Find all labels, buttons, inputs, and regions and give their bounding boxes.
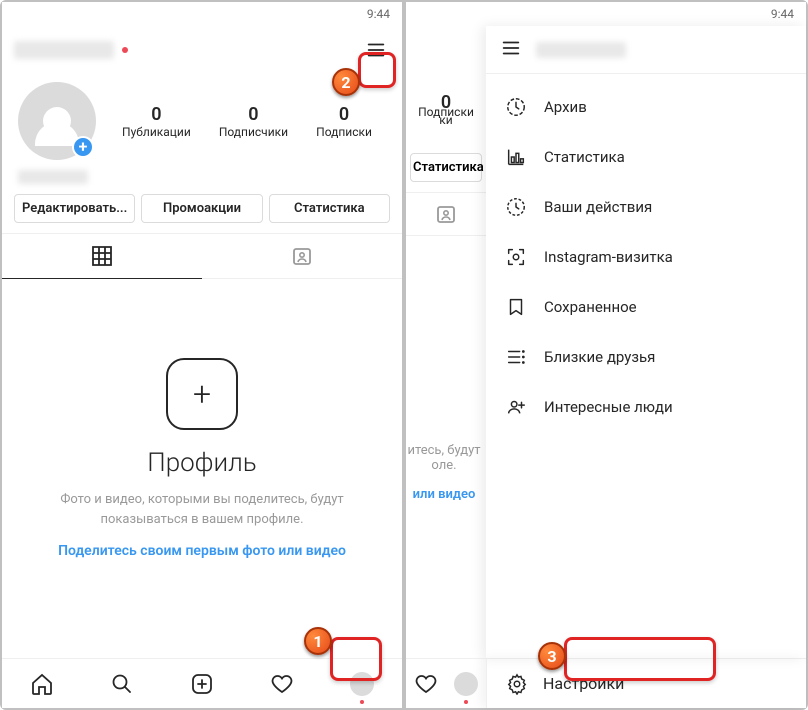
search-icon <box>110 672 134 696</box>
menu-item-close-friends[interactable]: Близкие друзья <box>486 332 806 382</box>
menu-label: Интересные люди <box>544 398 673 416</box>
stat-following[interactable]: 0 Подписки <box>316 104 372 139</box>
tab-tagged[interactable] <box>202 234 402 278</box>
notification-dot <box>464 700 468 704</box>
edit-profile-button[interactable]: Редактировать... <box>14 194 135 223</box>
stat-followers[interactable]: 0 Подписчики <box>219 104 288 139</box>
screen-profile: 9:44 + 0 Публикации 0 Подпи <box>2 2 402 708</box>
home-icon <box>30 672 54 696</box>
avatar-icon <box>350 672 374 696</box>
background-profile-fragment: 0ки Подписки Статистика итесь, будут оле… <box>406 26 486 708</box>
menu-label: Ваши действия <box>544 198 652 216</box>
hamburger-icon <box>365 39 387 61</box>
insights-button-fragment: Статистика <box>410 153 482 182</box>
nav-add[interactable] <box>188 670 216 698</box>
username <box>536 42 626 58</box>
nav-search[interactable] <box>108 670 136 698</box>
menu-item-discover[interactable]: Интересные люди <box>486 382 806 432</box>
empty-title: Профиль <box>147 448 256 478</box>
bottom-nav <box>2 658 402 708</box>
avatar-icon <box>454 672 478 696</box>
promotions-button[interactable]: Промоакции <box>141 194 262 223</box>
add-story-icon[interactable]: + <box>72 136 94 158</box>
notification-dot <box>122 47 128 53</box>
menu-item-nametag[interactable]: Instagram-визитка <box>486 232 806 282</box>
profile-info: + 0 Публикации 0 Подписчики 0 Подписки <box>2 74 402 164</box>
status-time: 9:44 <box>367 7 390 21</box>
add-post-icon: + <box>166 358 238 430</box>
status-bar: 9:44 <box>2 2 402 26</box>
stat-posts[interactable]: 0 Публикации <box>122 104 191 139</box>
screen-menu-open: 9:44 0ки Подписки Статистика итесь, буду… <box>406 2 806 708</box>
close-friends-icon <box>504 345 528 369</box>
menu-button[interactable] <box>362 36 390 64</box>
nav-home[interactable] <box>28 670 56 698</box>
archive-icon <box>504 95 528 119</box>
menu-item-activity[interactable]: Ваши действия <box>486 182 806 232</box>
menu-item-archive[interactable]: Архив <box>486 82 806 132</box>
menu-label: Сохраненное <box>544 298 637 316</box>
gear-icon <box>505 672 529 696</box>
menu-label: Instagram-визитка <box>544 248 673 266</box>
nav-profile[interactable] <box>454 670 478 698</box>
avatar[interactable]: + <box>18 82 96 160</box>
share-first-link[interactable]: Поделитесь своим первым фото или видео <box>58 543 346 559</box>
notification-dot <box>360 700 364 704</box>
tagged-icon <box>434 202 458 226</box>
profile-header <box>2 26 402 74</box>
nav-activity[interactable] <box>414 670 438 698</box>
activity-icon <box>504 195 528 219</box>
heart-icon <box>414 672 438 696</box>
status-bar: 9:44 <box>406 2 806 26</box>
side-menu: Архив Статистика Ваши действия Instagram… <box>486 26 806 658</box>
empty-description: Фото и видео, которыми вы поделитесь, бу… <box>32 490 372 529</box>
settings-label: Настройки <box>543 674 624 693</box>
hamburger-icon <box>500 37 522 59</box>
add-icon <box>190 672 214 696</box>
status-time: 9:44 <box>771 7 794 21</box>
menu-label: Архив <box>544 98 587 116</box>
nametag-icon <box>504 245 528 269</box>
grid-icon <box>90 244 114 268</box>
menu-label: Близкие друзья <box>544 348 655 366</box>
heart-icon <box>270 672 294 696</box>
insights-icon <box>504 145 528 169</box>
menu-item-saved[interactable]: Сохраненное <box>486 282 806 332</box>
nav-profile[interactable] <box>348 670 376 698</box>
tagged-icon <box>290 244 314 268</box>
nav-activity[interactable] <box>268 670 296 698</box>
menu-item-settings[interactable]: Настройки <box>486 659 806 708</box>
discover-people-icon <box>504 395 528 419</box>
display-name <box>18 170 88 184</box>
menu-label: Статистика <box>544 148 625 166</box>
tab-grid[interactable] <box>2 234 202 278</box>
menu-close-button[interactable] <box>500 37 522 63</box>
username[interactable] <box>14 41 114 59</box>
empty-state: + Профиль Фото и видео, которыми вы поде… <box>2 279 402 658</box>
insights-button[interactable]: Статистика <box>269 194 390 223</box>
menu-item-insights[interactable]: Статистика <box>486 132 806 182</box>
saved-icon <box>504 295 528 319</box>
